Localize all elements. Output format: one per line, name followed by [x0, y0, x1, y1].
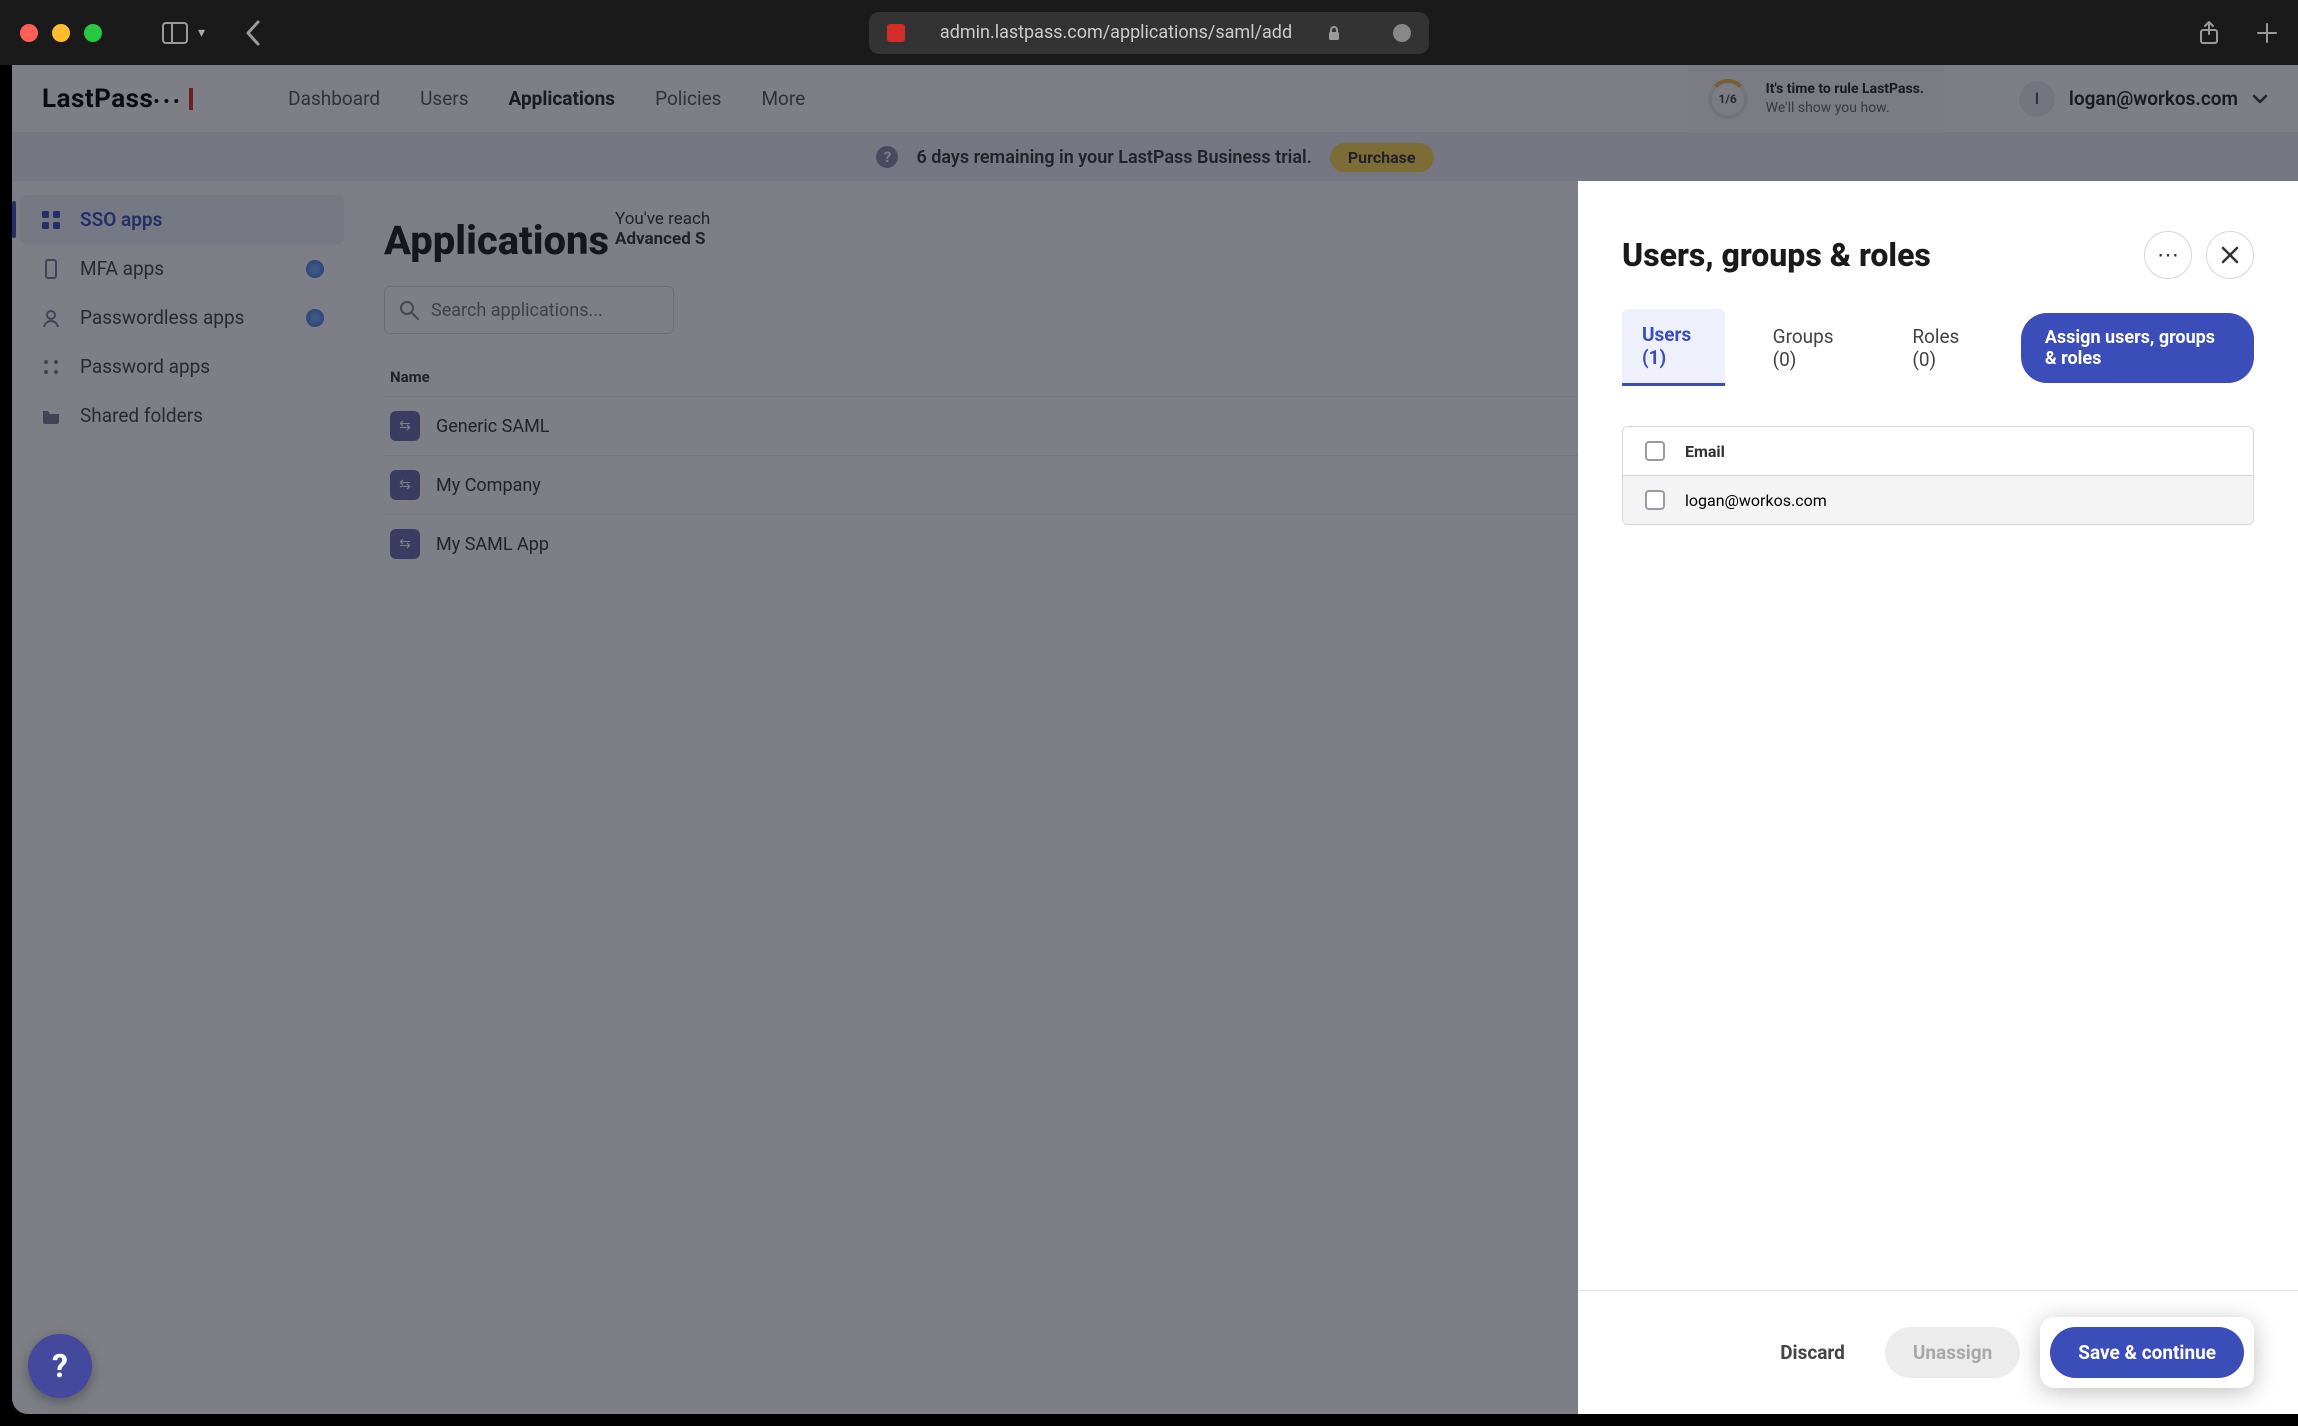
discard-button[interactable]: Discard	[1760, 1327, 1865, 1378]
users-table-row[interactable]: logan@workos.com	[1623, 476, 2253, 524]
row-checkbox[interactable]	[1645, 490, 1665, 510]
ellipsis-icon: ⋯	[2157, 243, 2179, 268]
window-minimize[interactable]	[52, 24, 70, 42]
new-tab-icon[interactable]	[2256, 22, 2278, 44]
chevron-down-icon: ▾	[198, 25, 205, 41]
window-controls	[20, 24, 102, 42]
assign-button[interactable]: Assign users, groups & roles	[2021, 313, 2254, 383]
close-drawer-button[interactable]	[2206, 231, 2254, 279]
reader-icon[interactable]	[1393, 24, 1411, 42]
users-table-header: Email	[1623, 427, 2253, 476]
users-table: Email logan@workos.com	[1622, 426, 2254, 525]
browser-chrome: ▾ admin.lastpass.com/applications/saml/a…	[0, 0, 2298, 65]
select-all-checkbox[interactable]	[1645, 441, 1665, 461]
window-zoom[interactable]	[84, 24, 102, 42]
help-fab-button[interactable]: ?	[28, 1334, 92, 1398]
drawer-footer: Discard Unassign Save & continue	[1578, 1290, 2298, 1414]
address-bar[interactable]: admin.lastpass.com/applications/saml/add	[869, 12, 1429, 54]
drawer-panel: Users, groups & roles ⋯ Users (1) Groups…	[1578, 181, 2298, 1414]
sidebar-toggle[interactable]: ▾	[162, 22, 205, 44]
drawer-title: Users, groups & roles	[1622, 236, 2130, 274]
unassign-button: Unassign	[1885, 1327, 2020, 1378]
tab-groups[interactable]: Groups (0)	[1753, 311, 1865, 385]
lock-icon	[1327, 25, 1341, 41]
app-window: LastPass••• Dashboard Users Applications…	[12, 65, 2298, 1414]
drawer-tabs: Users (1) Groups (0) Roles (0) Assign us…	[1622, 309, 2254, 386]
drawer-header: Users, groups & roles ⋯	[1578, 181, 2298, 309]
tab-roles[interactable]: Roles (0)	[1892, 311, 1993, 385]
site-favicon-icon	[887, 24, 905, 42]
url-text: admin.lastpass.com/applications/saml/add	[917, 22, 1315, 43]
tab-users[interactable]: Users (1)	[1622, 309, 1725, 386]
close-icon	[2221, 246, 2239, 264]
more-options-button[interactable]: ⋯	[2144, 231, 2192, 279]
save-continue-button[interactable]: Save & continue	[2050, 1327, 2244, 1378]
save-highlight: Save & continue	[2040, 1317, 2254, 1388]
row-email: logan@workos.com	[1685, 491, 1827, 510]
column-header-email: Email	[1685, 442, 1725, 461]
drawer-body: Users (1) Groups (0) Roles (0) Assign us…	[1578, 309, 2298, 1290]
share-icon[interactable]	[2198, 20, 2220, 46]
window-close[interactable]	[20, 24, 38, 42]
browser-back[interactable]	[245, 20, 261, 46]
